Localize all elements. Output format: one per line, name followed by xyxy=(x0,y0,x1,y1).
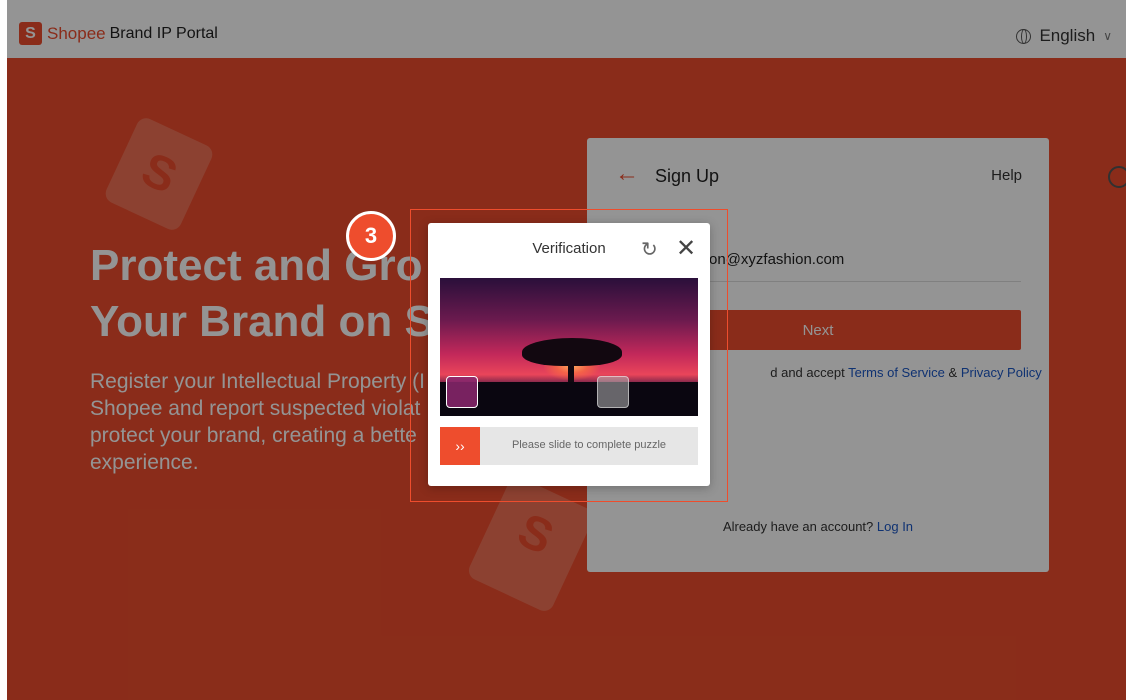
highlight-box xyxy=(410,209,728,502)
window-edge xyxy=(0,0,7,700)
step-badge: 3 xyxy=(346,211,396,261)
